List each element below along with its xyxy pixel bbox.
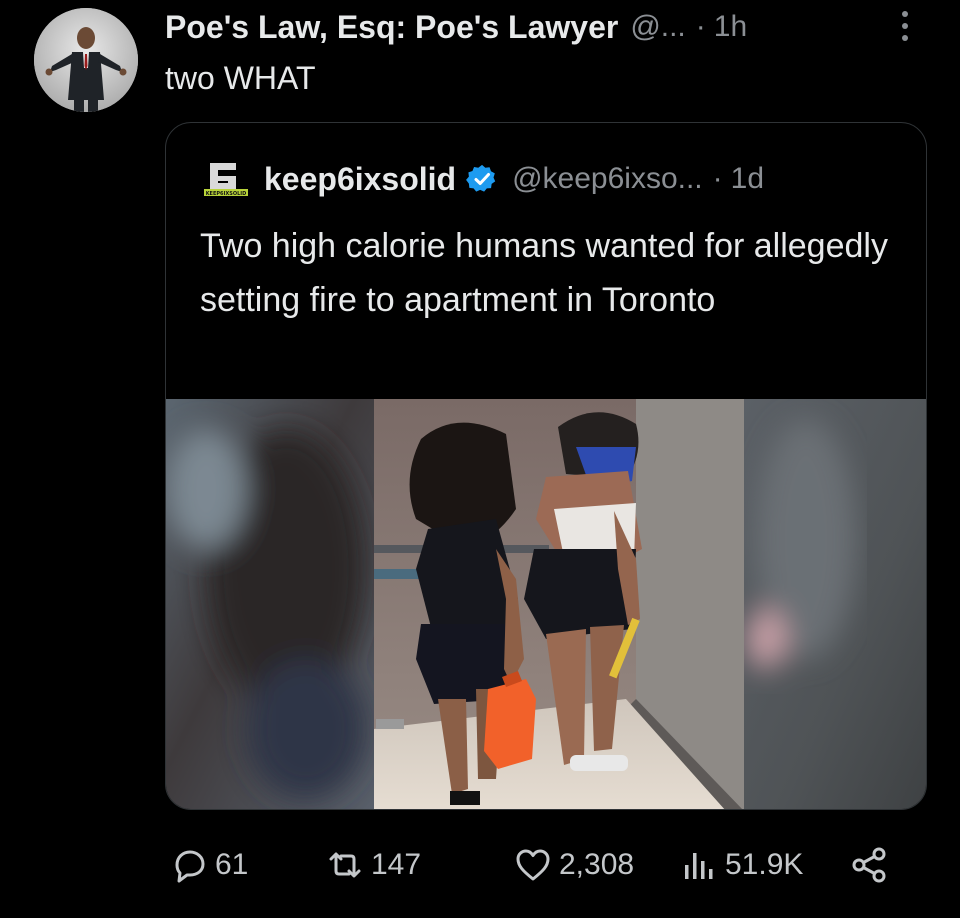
repost-button[interactable]: 147: [325, 845, 421, 885]
reply-count: 61: [215, 848, 249, 881]
views-chart-icon: [685, 853, 713, 879]
share-button[interactable]: [849, 845, 895, 885]
quoted-post-header: KEEP6IXSOLID keep6ixsolid @keep6ixso... …: [202, 159, 764, 199]
author-display-name[interactable]: Poe's Law, Esq: Poe's Lawyer: [165, 9, 618, 46]
share-icon: [852, 847, 886, 883]
post-header: Poe's Law, Esq: Poe's Lawyer @... · 1h: [165, 6, 925, 48]
repost-icon: [329, 852, 361, 878]
post-timestamp[interactable]: 1h: [714, 10, 747, 44]
verified-badge-icon: [466, 164, 496, 192]
quoted-post-timestamp[interactable]: 1d: [731, 162, 764, 196]
repost-count: 147: [371, 848, 422, 881]
header-separator: ·: [695, 10, 706, 43]
avatar-image: [34, 8, 138, 112]
heart-icon: [516, 849, 550, 881]
views-count: 51.9K: [725, 848, 804, 881]
quoted-logo-text: KEEP6IXSOLID: [206, 191, 247, 197]
like-count: 2,308: [559, 848, 635, 881]
quoted-post-card[interactable]: KEEP6IXSOLID keep6ixsolid @keep6ixso... …: [165, 122, 927, 810]
quoted-author-logo-icon[interactable]: KEEP6IXSOLID: [202, 159, 250, 199]
post-action-bar: 61 147 2,308 51.9K: [165, 840, 905, 890]
author-handle[interactable]: @...: [630, 10, 685, 44]
author-avatar[interactable]: [34, 8, 138, 112]
views-button[interactable]: 51.9K: [679, 845, 803, 885]
quoted-post-media[interactable]: [166, 399, 926, 809]
quoted-header-separator: ·: [712, 162, 723, 195]
quoted-author-name[interactable]: keep6ixsolid: [264, 161, 456, 198]
elevator-surveillance-image: [166, 399, 926, 809]
like-button[interactable]: 2,308: [513, 845, 634, 885]
more-vertical-icon[interactable]: [895, 8, 915, 44]
reply-button[interactable]: 61: [169, 845, 248, 885]
quoted-post-text: Two high calorie humans wanted for alleg…: [200, 227, 888, 319]
post-text: two WHAT: [165, 60, 316, 96]
reply-icon: [175, 850, 205, 883]
quoted-author-handle[interactable]: @keep6ixso...: [512, 162, 703, 196]
